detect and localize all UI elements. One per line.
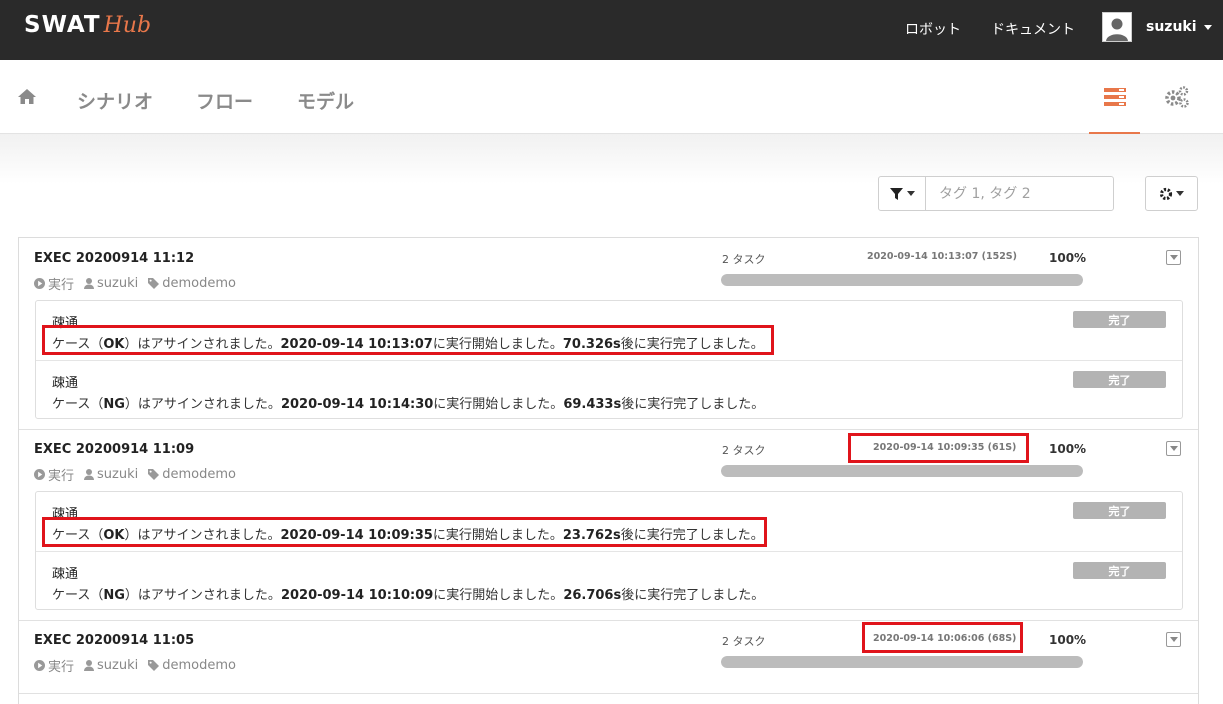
avatar-person-icon (1106, 18, 1128, 41)
gears-icon[interactable] (1164, 85, 1190, 113)
execution-user: suzuki (97, 658, 139, 673)
top-link-docs[interactable]: ドキュメント (991, 19, 1075, 39)
expand-toggle-button[interactable] (1166, 250, 1181, 265)
execution-status: 実行 (48, 469, 75, 484)
top-bar: SWAT Hub ロボット ドキュメント suzuki (0, 0, 1223, 60)
progress-percent: 100% (1049, 251, 1087, 265)
execution-title[interactable]: EXEC 20200914 11:12 (34, 251, 194, 266)
task-count: 2 タスク (722, 635, 766, 648)
play-circle-icon (34, 278, 45, 289)
progress-fill (721, 656, 1083, 668)
play-circle-icon (34, 469, 45, 480)
case-name: 疎通 (52, 376, 79, 391)
user-icon (84, 660, 95, 671)
status-badge: 完了 (1073, 562, 1166, 579)
app-logo[interactable]: SWAT Hub (24, 12, 151, 42)
execution-tag: demodemo (162, 658, 236, 673)
main-nav: シナリオ フロー モデル (0, 60, 1223, 134)
nav-flow[interactable]: フロー (196, 87, 253, 114)
tag-icon (148, 469, 160, 480)
task-count: 2 タスク (722, 253, 766, 266)
caret-down-icon (1169, 255, 1178, 260)
execution-meta: 実行 suzuki demodemo (34, 465, 246, 484)
user-avatar[interactable] (1102, 12, 1132, 42)
execution-user: suzuki (97, 276, 139, 291)
progress-bar (721, 465, 1083, 477)
progress-percent: 100% (1049, 442, 1087, 456)
case-row: 疎通 ケース（NG）はアサインされました。2020-09-14 10:14:30… (36, 360, 1182, 419)
logo-sub-text: Hub (103, 13, 152, 38)
caret-down-icon (1169, 446, 1178, 451)
chevron-down-icon (1204, 24, 1213, 30)
top-link-robot[interactable]: ロボット (905, 19, 961, 39)
case-list: 疎通 ケース（OK）はアサインされました。2020-09-14 10:13:07… (35, 300, 1183, 419)
highlight-box (42, 517, 767, 547)
task-count: 2 タスク (722, 444, 766, 457)
tag-search-input[interactable] (926, 177, 1113, 210)
list-settings-button[interactable] (1145, 176, 1198, 211)
tag-filter (878, 176, 1114, 211)
case-message: ケース（NG）はアサインされました。2020-09-14 10:10:09に実行… (52, 588, 765, 603)
case-list: 疎通 ケース（OK）はアサインされました。2020-09-14 10:09:35… (35, 491, 1183, 610)
highlight-box (862, 622, 1023, 653)
caret-down-icon (1169, 637, 1178, 642)
nav-model[interactable]: モデル (297, 87, 354, 114)
execution-tag: demodemo (162, 467, 236, 482)
status-badge: 完了 (1073, 502, 1166, 519)
execution-status: 実行 (48, 278, 75, 293)
case-row: 疎通 ケース（NG）はアサインされました。2020-09-14 10:10:09… (36, 551, 1182, 610)
nav-scenario[interactable]: シナリオ (77, 87, 153, 114)
tag-icon (148, 278, 160, 289)
progress-bar (721, 274, 1083, 286)
tag-icon (148, 660, 160, 671)
execution-status: 実行 (48, 660, 75, 675)
execution-meta: 実行 suzuki demodemo (34, 274, 246, 293)
filter-dropdown-button[interactable] (879, 177, 926, 210)
execution-user: suzuki (97, 467, 139, 482)
home-icon[interactable] (17, 88, 37, 109)
case-message: ケース（NG）はアサインされました。2020-09-14 10:14:30に実行… (52, 397, 765, 412)
progress-fill (721, 274, 1083, 286)
user-name-label: suzuki (1146, 19, 1197, 35)
play-circle-icon (34, 660, 45, 671)
progress-percent: 100% (1049, 633, 1087, 647)
user-icon (84, 469, 95, 480)
execution-tag: demodemo (162, 276, 236, 291)
logo-main-text: SWAT (24, 12, 101, 38)
progress-fill (721, 465, 1083, 477)
execution-start-time: 2020-09-14 10:13:07 (152S) (867, 251, 1017, 262)
execution-title[interactable]: EXEC 20200914 11:09 (34, 442, 194, 457)
execution-list-icon[interactable] (1104, 88, 1126, 110)
gear-icon (1159, 187, 1173, 200)
chevron-down-icon (906, 191, 915, 196)
highlight-box (848, 433, 1029, 463)
execution-title[interactable]: EXEC 20200914 11:05 (34, 633, 194, 648)
highlight-box (42, 325, 774, 355)
filter-icon (889, 187, 903, 200)
expand-toggle-button[interactable] (1166, 441, 1181, 456)
case-name: 疎通 (52, 567, 79, 582)
progress-bar (721, 656, 1083, 668)
execution-meta: 実行 suzuki demodemo (34, 656, 246, 675)
expand-toggle-button[interactable] (1166, 632, 1181, 647)
user-icon (84, 278, 95, 289)
status-badge: 完了 (1073, 371, 1166, 388)
user-menu[interactable]: suzuki (1146, 19, 1213, 35)
status-badge: 完了 (1073, 311, 1166, 328)
chevron-down-icon (1176, 191, 1184, 196)
